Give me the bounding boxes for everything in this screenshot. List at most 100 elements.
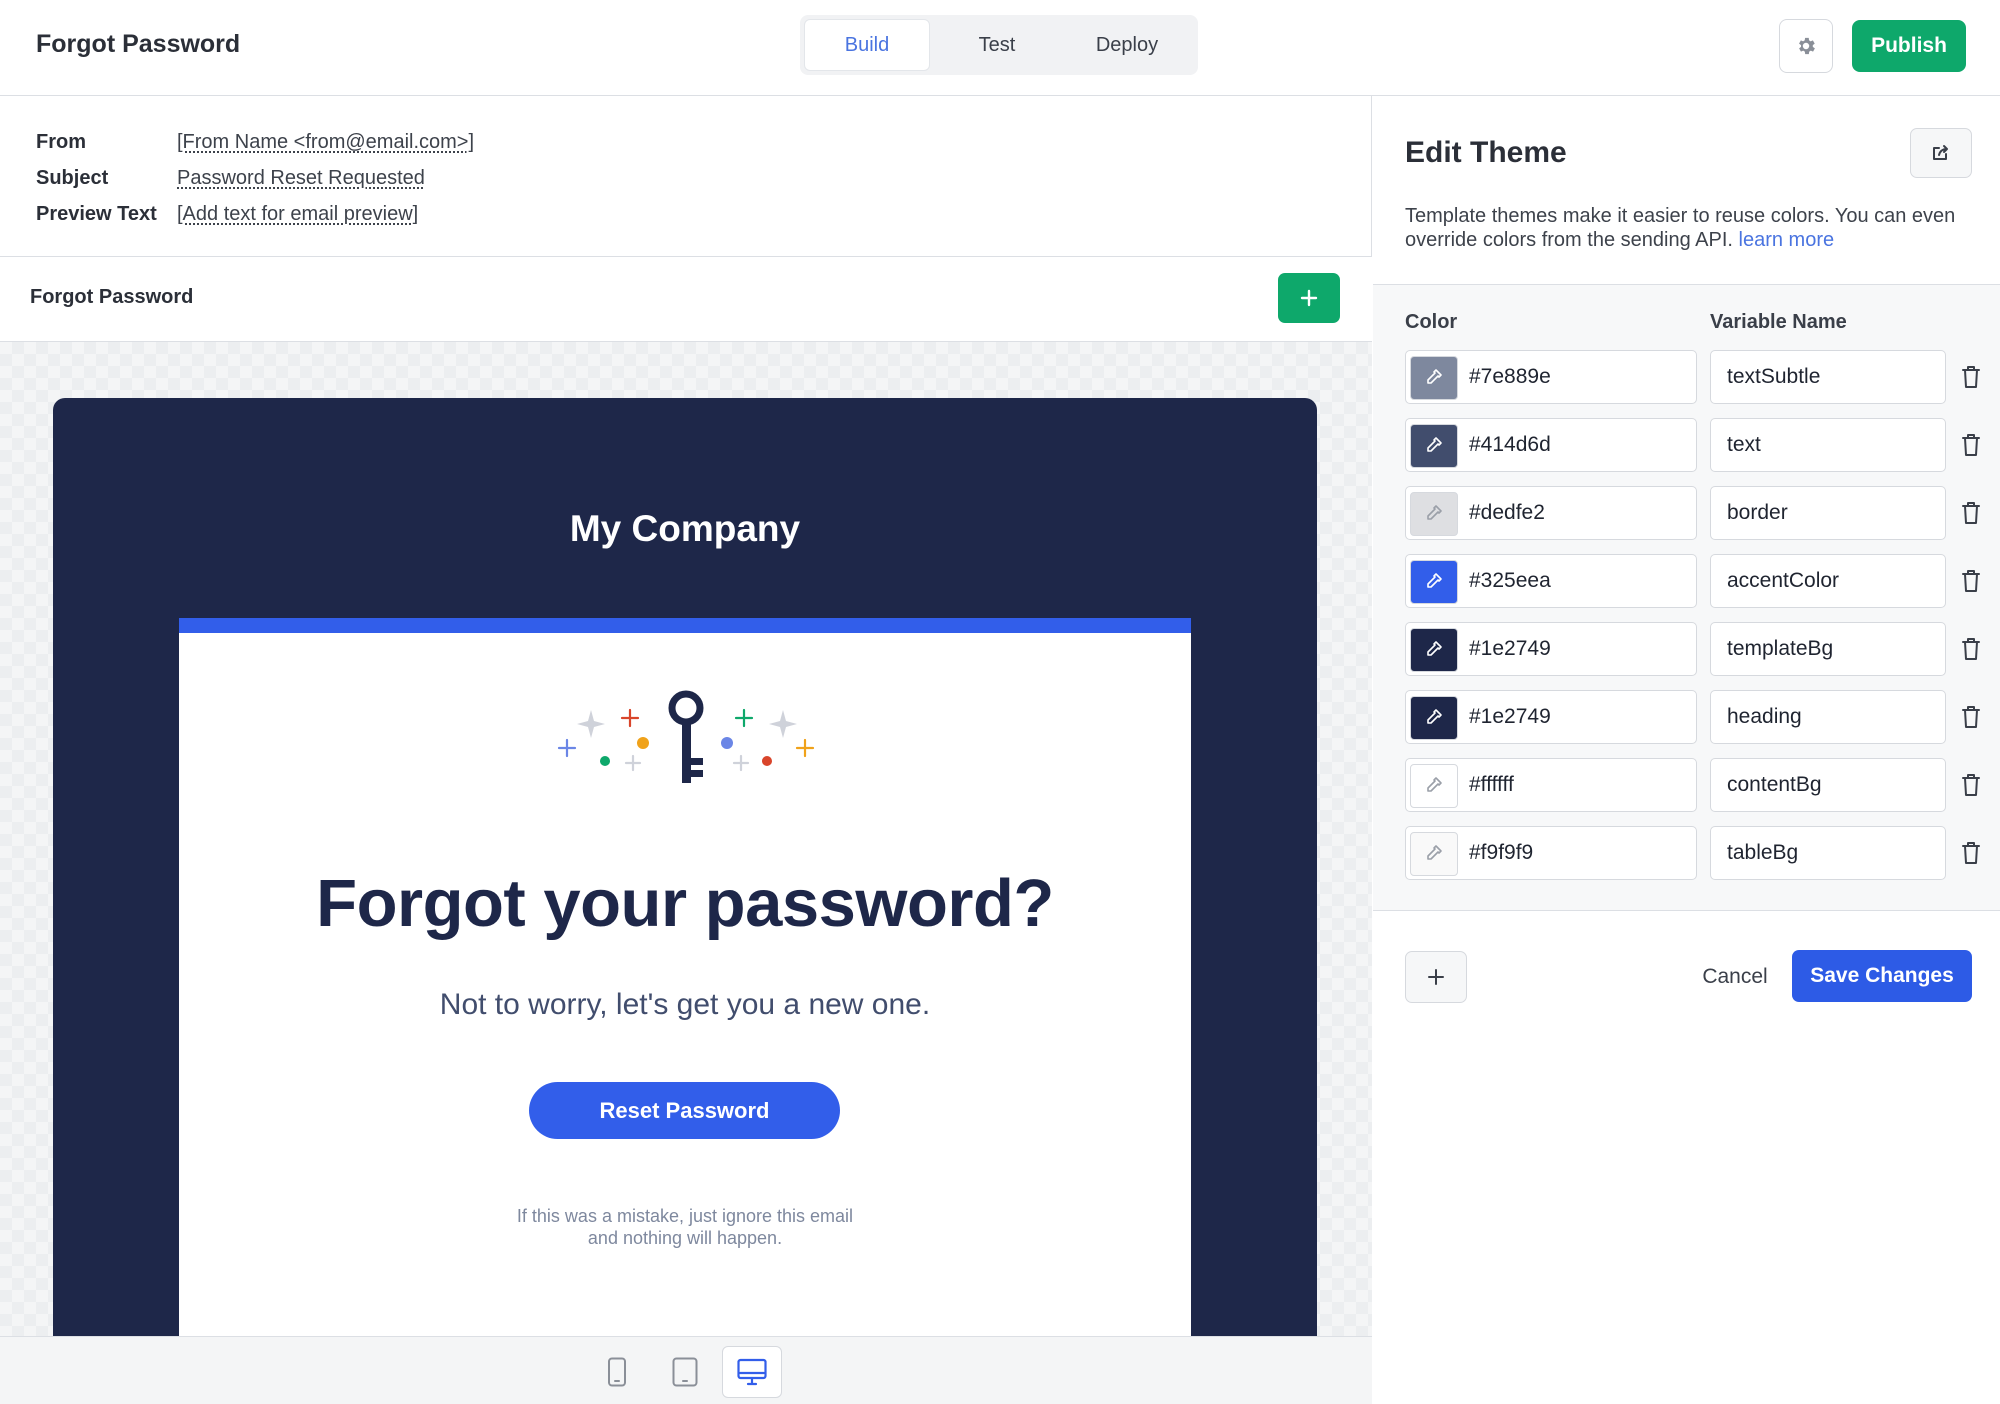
preview-row: Preview Text [Add text for email preview… — [36, 196, 474, 232]
color-row: #ffffff contentBg — [1405, 758, 1980, 812]
share-theme-button[interactable] — [1910, 128, 1972, 178]
subject-field[interactable]: Password Reset Requested — [177, 167, 425, 190]
color-row: #325eea accentColor — [1405, 554, 1980, 608]
tab-test[interactable]: Test — [934, 19, 1060, 71]
trash-icon[interactable] — [1959, 704, 1983, 730]
color-hex-field[interactable]: #1e2749 — [1405, 690, 1697, 744]
color-hex-field[interactable]: #7e889e — [1405, 350, 1697, 404]
color-swatch[interactable] — [1410, 832, 1458, 876]
color-hex-value: #1e2749 — [1469, 705, 1551, 728]
color-swatch[interactable] — [1410, 492, 1458, 536]
footnote-line: If this was a mistake, just ignore this … — [516, 1206, 854, 1226]
color-swatch[interactable] — [1410, 356, 1458, 400]
color-row: #1e2749 templateBg — [1405, 622, 1980, 676]
top-bar: Forgot Password Build Test Deploy Publis… — [0, 0, 2000, 96]
editor-panel: From [From Name <from@email.com>] Subjec… — [0, 96, 1372, 1404]
email-footnote[interactable]: If this was a mistake, just ignore this … — [479, 1205, 891, 1249]
page-title: Forgot Password — [36, 30, 241, 58]
variable-name-field[interactable]: heading — [1710, 690, 1946, 744]
device-preview-bar — [0, 1336, 1372, 1404]
variable-name-value: contentBg — [1727, 773, 1822, 796]
plus-icon — [1300, 289, 1318, 307]
color-hex-field[interactable]: #dedfe2 — [1405, 486, 1697, 540]
from-field[interactable]: [From Name <from@email.com>] — [177, 131, 474, 154]
eyedropper-icon — [1427, 845, 1442, 860]
tablet-preview-button[interactable] — [655, 1346, 715, 1398]
variable-name-value: border — [1727, 501, 1788, 524]
color-swatch[interactable] — [1410, 764, 1458, 808]
color-hex-value: #414d6d — [1469, 433, 1551, 456]
cancel-button[interactable]: Cancel — [1682, 951, 1788, 1003]
color-swatch[interactable] — [1410, 424, 1458, 468]
variable-name-field[interactable]: contentBg — [1710, 758, 1946, 812]
color-hex-field[interactable]: #1e2749 — [1405, 622, 1697, 676]
variable-name-value: templateBg — [1727, 637, 1834, 660]
publish-button[interactable]: Publish — [1852, 20, 1966, 72]
trash-icon[interactable] — [1959, 364, 1983, 390]
trash-icon[interactable] — [1959, 636, 1983, 662]
tab-build[interactable]: Build — [804, 19, 930, 71]
subject-label: Subject — [36, 166, 109, 189]
settings-button[interactable] — [1779, 19, 1833, 73]
tab-deploy[interactable]: Deploy — [1064, 19, 1190, 71]
color-hex-field[interactable]: #f9f9f9 — [1405, 826, 1697, 880]
trash-icon[interactable] — [1959, 840, 1983, 866]
add-color-button[interactable] — [1405, 951, 1467, 1003]
mobile-icon — [608, 1357, 626, 1387]
mode-tabs: Build Test Deploy — [800, 15, 1198, 75]
trash-icon[interactable] — [1959, 500, 1983, 526]
from-label: From — [36, 130, 86, 153]
email-template: My Company Forgot your password? Not to … — [53, 398, 1317, 1336]
trash-icon[interactable] — [1959, 568, 1983, 594]
variable-name-value: accentColor — [1727, 569, 1840, 592]
theme-description: Template themes make it easier to reuse … — [1405, 204, 1965, 252]
save-changes-button[interactable]: Save Changes — [1792, 950, 1972, 1002]
desktop-icon — [737, 1358, 767, 1386]
color-hex-field[interactable]: #ffffff — [1405, 758, 1697, 812]
color-swatch[interactable] — [1410, 628, 1458, 672]
color-row: #414d6d text — [1405, 418, 1980, 472]
trash-icon[interactable] — [1959, 432, 1983, 458]
color-column-header: Color — [1405, 311, 1458, 333]
color-row: #7e889e textSubtle — [1405, 350, 1980, 404]
theme-panel: Edit Theme Template themes make it easie… — [1373, 96, 2000, 1404]
variable-name-value: heading — [1727, 705, 1802, 728]
email-headline[interactable]: Forgot your password? — [179, 865, 1191, 942]
color-swatch[interactable] — [1410, 560, 1458, 604]
email-subline[interactable]: Not to worry, let's get you a new one. — [179, 988, 1191, 1022]
desktop-preview-button[interactable] — [722, 1346, 782, 1398]
color-row: #f9f9f9 tableBg — [1405, 826, 1980, 880]
variable-name-field[interactable]: accentColor — [1710, 554, 1946, 608]
key-sparkles-icon — [557, 690, 815, 783]
color-hex-field[interactable]: #325eea — [1405, 554, 1697, 608]
add-block-button[interactable] — [1278, 273, 1340, 323]
color-hex-field[interactable]: #414d6d — [1405, 418, 1697, 472]
gear-icon — [1799, 37, 1815, 55]
color-hex-value: #325eea — [1469, 569, 1551, 592]
preview-label: Preview Text — [36, 202, 157, 225]
color-swatch[interactable] — [1410, 696, 1458, 740]
variable-column-header: Variable Name — [1710, 311, 1847, 333]
variable-name-field[interactable]: tableBg — [1710, 826, 1946, 880]
learn-more-link[interactable]: learn more — [1739, 229, 1835, 251]
email-content: Forgot your password? Not to worry, let'… — [179, 618, 1191, 1336]
variable-name-value: textSubtle — [1727, 365, 1821, 388]
eyedropper-icon — [1427, 573, 1442, 588]
preview-field[interactable]: [Add text for email preview] — [177, 203, 418, 226]
color-hex-value: #dedfe2 — [1469, 501, 1545, 524]
color-hex-value: #1e2749 — [1469, 637, 1551, 660]
company-name[interactable]: My Company — [53, 508, 1317, 550]
variable-name-field[interactable]: border — [1710, 486, 1946, 540]
mobile-preview-button[interactable] — [587, 1346, 647, 1398]
eyedropper-icon — [1427, 777, 1442, 792]
theme-description-text: Template themes make it easier to reuse … — [1405, 205, 1956, 251]
from-row: From [From Name <from@email.com>] — [36, 124, 474, 160]
trash-icon[interactable] — [1959, 772, 1983, 798]
email-canvas: My Company Forgot your password? Not to … — [0, 342, 1372, 1336]
variable-name-field[interactable]: templateBg — [1710, 622, 1946, 676]
variable-name-field[interactable]: textSubtle — [1710, 350, 1946, 404]
theme-color-table: Color Variable Name #7e889e textSubtle #41… — [1373, 285, 2000, 911]
reset-password-button[interactable]: Reset Password — [529, 1082, 840, 1139]
share-icon — [1933, 145, 1948, 160]
variable-name-field[interactable]: text — [1710, 418, 1946, 472]
